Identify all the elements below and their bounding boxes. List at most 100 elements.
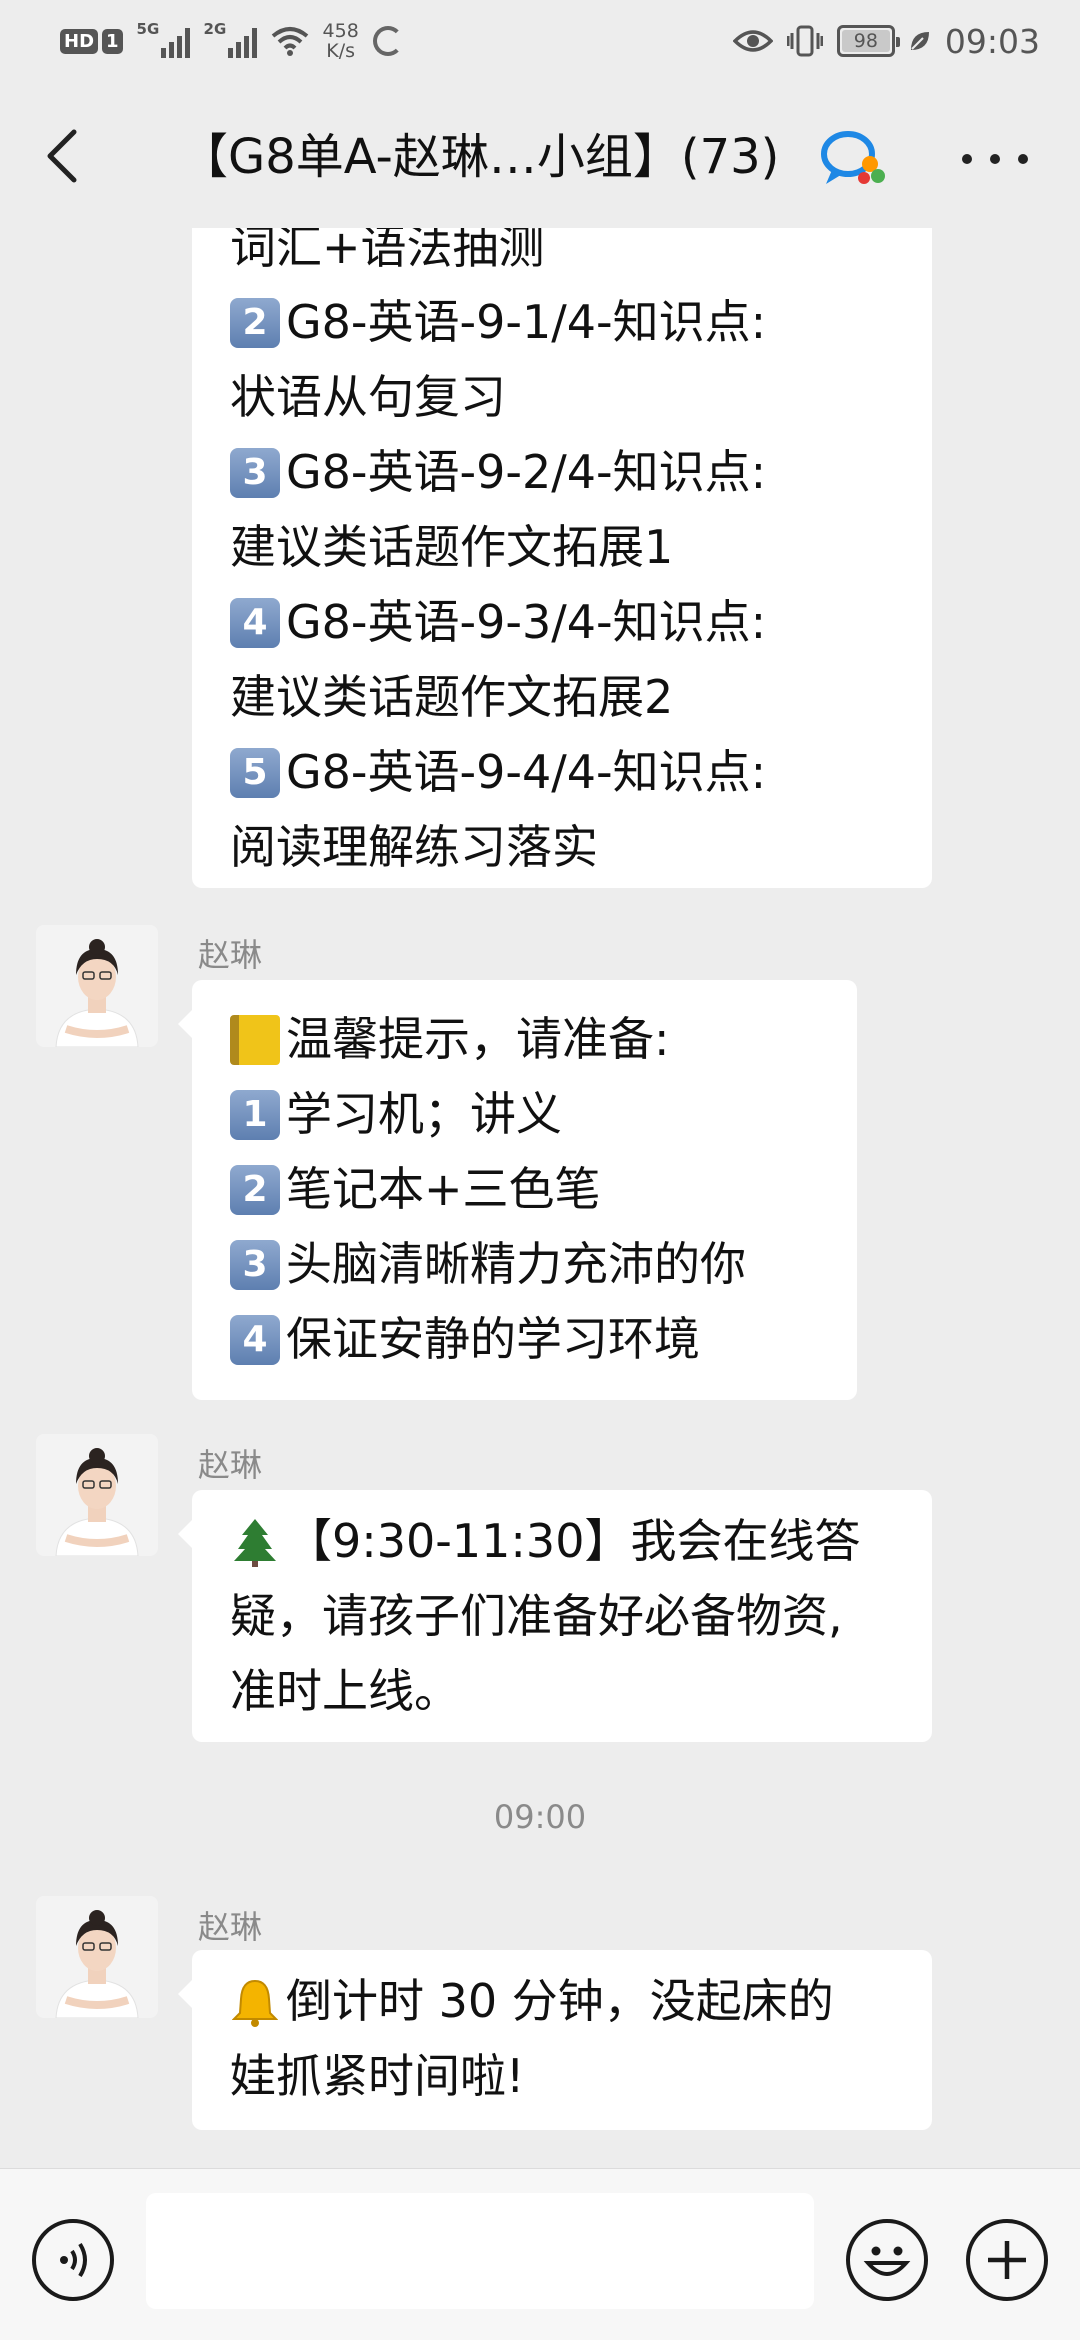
keycap-3-icon: 3 [230, 1239, 280, 1290]
network-speed-unit: K/s [326, 40, 356, 62]
message-line: 2 笔记本+三色笔 [230, 1152, 819, 1227]
message-line: 温馨提示，请准备: [230, 1002, 819, 1077]
message-text: G8-英语-9-3/4-知识点: [286, 595, 767, 649]
status-left: HD 1 5G 2G 458 K/s [60, 20, 403, 61]
avatar-photo [36, 925, 158, 1047]
message-text: 学习机；讲义 [286, 1087, 562, 1141]
hd-label: HD [60, 28, 99, 54]
network-5g-label: 5G [136, 20, 160, 38]
message-line: 倒计时 30 分钟，没起床的 [230, 1964, 894, 2039]
message-bubble[interactable]: 倒计时 30 分钟，没起床的娃抓紧时间啦! [178, 1950, 932, 2130]
message-text: 倒计时 30 分钟，没起床的 [286, 1974, 834, 2028]
avatar[interactable] [36, 925, 158, 1047]
network-2g-label: 2G [203, 20, 227, 38]
signal-5g-icon: 5G [137, 20, 190, 58]
message-lines: 词汇+语法抽测 2 G8-英语-9-1/4-知识点: 状语从句复习 3 G8-英语-9-2… [230, 228, 894, 885]
message-line: 娃抓紧时间啦! [230, 2039, 894, 2114]
status-right: 98 09:03 [732, 21, 1040, 61]
keycap-5-icon: 5 [230, 747, 280, 798]
message-line: 词汇+语法抽测 [230, 228, 894, 285]
message-text: 建议类话题作文拓展2 [230, 670, 674, 724]
message-text: G8-英语-9-1/4-知识点: [286, 295, 767, 349]
message-line: 5 G8-英语-9-4/4-知识点: [230, 735, 894, 810]
sender-name: 赵琳 [198, 1908, 263, 1946]
message-lines: 倒计时 30 分钟，没起床的娃抓紧时间啦! [230, 1964, 894, 2114]
status-time: 09:03 [944, 21, 1040, 61]
keycap-1-icon: 1 [230, 1089, 280, 1140]
message-line: 状语从句复习 [230, 360, 894, 435]
chat-header: 【G8单A-赵琳…小组】(73) [0, 82, 1080, 228]
message-line: 建议类话题作文拓展2 [230, 660, 894, 735]
network-speed: 458 K/s [323, 21, 359, 61]
back-chevron-icon[interactable] [36, 126, 92, 186]
message-bubble[interactable]: 【9:30-11:30】我会在线答疑，请孩子们准备好必备物资, 准时上线。 [178, 1490, 932, 1742]
voice-icon-glyph [60, 2242, 87, 2278]
message-line: 疑，请孩子们准备好必备物资, [230, 1579, 894, 1654]
message-text: G8-英语-9-4/4-知识点: [286, 745, 767, 799]
message-text: 阅读理解练习落实 [230, 820, 598, 874]
time-separator: 09:00 [493, 1798, 587, 1836]
battery-level: 98 [853, 30, 878, 52]
message-text: 保证安静的学习环境 [286, 1312, 700, 1366]
avatar[interactable] [36, 1434, 158, 1556]
message-bubble[interactable]: 词汇+语法抽测 2 G8-英语-9-1/4-知识点: 状语从句复习 3 G8-英语-9-2… [192, 228, 932, 888]
plus-glyph [988, 2241, 1026, 2279]
message-lines: 温馨提示，请准备: 1 学习机；讲义 2 笔记本+三色笔 3 头脑清晰精力充沛的你 4 保证安静… [230, 1002, 819, 1377]
bell-icon [230, 1977, 280, 2027]
message-text: 温馨提示，请准备: [286, 1012, 670, 1066]
message-line: 【9:30-11:30】我会在线答 [230, 1504, 894, 1579]
sim-slot-label: 1 [102, 28, 123, 54]
notebook-icon [230, 1014, 280, 1065]
sender-name: 赵琳 [198, 1446, 263, 1484]
message-line: 3 头脑清晰精力充沛的你 [230, 1227, 819, 1302]
message-text: 准时上线。 [230, 1664, 460, 1718]
wifi-icon [271, 27, 308, 56]
message-text: 疑，请孩子们准备好必备物资, [230, 1589, 843, 1643]
avatar[interactable] [36, 1896, 158, 2018]
avatar-photo [36, 1896, 158, 2018]
message-line: 1 学习机；讲义 [230, 1077, 819, 1152]
emoji-icon[interactable] [846, 2219, 928, 2301]
keycap-4-icon: 4 [230, 597, 280, 648]
leaf-icon [910, 32, 929, 50]
vibrate-icon [786, 25, 823, 57]
message-line: 3 G8-英语-9-2/4-知识点: [230, 435, 894, 510]
hd-icon: HD 1 [60, 28, 123, 54]
message-line: 2 G8-英语-9-1/4-知识点: [230, 285, 894, 360]
message-text: 娃抓紧时间啦! [230, 2049, 525, 2103]
message-line: 建议类话题作文拓展1 [230, 510, 894, 585]
message-text: 头脑清晰精力充沛的你 [286, 1237, 746, 1291]
keycap-3-icon: 3 [230, 447, 280, 498]
eye-comfort-icon [732, 30, 773, 52]
keycap-2-icon: 2 [230, 1164, 280, 1215]
status-bar: HD 1 5G 2G 458 K/s 98 09:03 [0, 0, 1080, 82]
message-text: 状语从句复习 [230, 370, 506, 424]
battery-icon: 98 [836, 25, 900, 57]
group-chat-icon[interactable] [818, 126, 888, 190]
more-dots-icon[interactable] [962, 144, 1028, 174]
keycap-4-icon: 4 [230, 1314, 280, 1365]
message-text: G8-英语-9-2/4-知识点: [286, 445, 767, 499]
sender-name: 赵琳 [198, 936, 263, 974]
keycap-2-icon: 2 [230, 297, 280, 348]
chat-title[interactable]: 【G8单A-赵琳…小组】(73) [180, 122, 820, 192]
message-text: 笔记本+三色笔 [286, 1162, 601, 1216]
christmas-tree-icon [230, 1517, 280, 1567]
avatar-photo [36, 1434, 158, 1556]
network-speed-value: 458 [322, 20, 359, 42]
message-line: 4 G8-英语-9-3/4-知识点: [230, 585, 894, 660]
signal-2g-icon: 2G [204, 20, 257, 58]
message-text: 【9:30-11:30】我会在线答 [286, 1514, 861, 1568]
message-input[interactable] [146, 2193, 814, 2309]
message-lines: 【9:30-11:30】我会在线答疑，请孩子们准备好必备物资, 准时上线。 [230, 1504, 894, 1729]
message-bubble[interactable]: 温馨提示，请准备: 1 学习机；讲义 2 笔记本+三色笔 3 头脑清晰精力充沛的你 4 保证安静… [178, 980, 857, 1400]
message-line: 4 保证安静的学习环境 [230, 1302, 819, 1377]
message-text: 词汇+语法抽测 [230, 228, 545, 274]
input-bar [0, 2168, 1080, 2340]
chat-messages[interactable]: 词汇+语法抽测 2 G8-英语-9-1/4-知识点: 状语从句复习 3 G8-英语-9-2… [0, 228, 1080, 2168]
plus-icon[interactable] [966, 2219, 1048, 2301]
message-line: 准时上线。 [230, 1654, 894, 1729]
loading-ring-icon [372, 26, 403, 56]
emoji-face-glyph [863, 2246, 911, 2276]
voice-icon[interactable] [32, 2219, 114, 2301]
